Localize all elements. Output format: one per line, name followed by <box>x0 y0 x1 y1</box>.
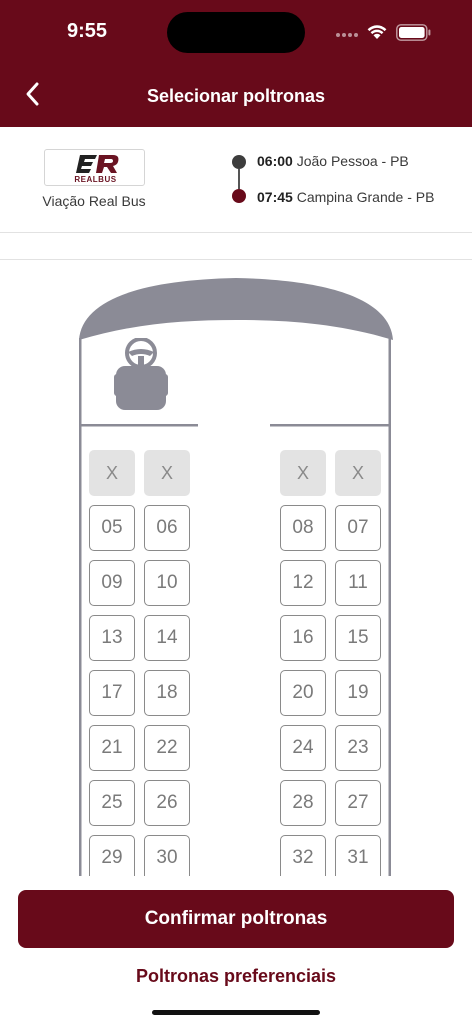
page-title: Selecionar poltronas <box>146 86 326 106</box>
seat-05[interactable]: 05 <box>89 505 135 551</box>
seat-15[interactable]: 15 <box>335 615 381 661</box>
dynamic-island <box>167 12 305 53</box>
navigation-bar: Selecionar poltronas <box>0 66 472 126</box>
seat-24[interactable]: 24 <box>280 725 326 771</box>
seat-30[interactable]: 30 <box>144 835 190 876</box>
arrival-time: 07:45 <box>257 189 293 205</box>
arrival-dot <box>232 189 246 203</box>
seat-23[interactable]: 23 <box>335 725 381 771</box>
bottom-actions: Confirmar poltronas Poltronas preferenci… <box>0 876 472 1024</box>
seat-12[interactable]: 12 <box>280 560 326 606</box>
seat-occupied: X <box>335 450 381 496</box>
cellular-signal-icon <box>336 33 358 37</box>
seat-20[interactable]: 20 <box>280 670 326 716</box>
departure-place: João Pessoa - PB <box>296 153 409 169</box>
seat-19[interactable]: 19 <box>335 670 381 716</box>
home-indicator <box>152 1010 320 1015</box>
steering-wheel-icon <box>114 338 168 410</box>
company-logo: REALBUS <box>44 149 145 186</box>
seat-11[interactable]: 11 <box>335 560 381 606</box>
seat-29[interactable]: 29 <box>89 835 135 876</box>
wifi-icon <box>367 25 387 39</box>
confirm-seats-button[interactable]: Confirmar poltronas <box>18 890 454 948</box>
seat-21[interactable]: 21 <box>89 725 135 771</box>
preferential-seats-link[interactable]: Poltronas preferenciais <box>0 966 472 987</box>
header-bar: 9:55 Selecionar poltronas <box>0 0 472 127</box>
seat-07[interactable]: 07 <box>335 505 381 551</box>
departure-dot <box>232 155 246 169</box>
battery-icon <box>396 24 431 41</box>
seat-09[interactable]: 09 <box>89 560 135 606</box>
status-time: 9:55 <box>67 20 108 42</box>
departure-info: 06:00 João Pessoa - PB <box>257 153 409 169</box>
seat-08[interactable]: 08 <box>280 505 326 551</box>
logo-text: REALBUS <box>74 175 116 184</box>
route-line <box>238 169 240 189</box>
arrival-info: 07:45 Campina Grande - PB <box>257 189 434 205</box>
seat-13[interactable]: 13 <box>89 615 135 661</box>
seat-occupied: X <box>89 450 135 496</box>
trip-summary: REALBUS Viação Real Bus 06:00 João Pesso… <box>0 127 472 233</box>
seat-18[interactable]: 18 <box>144 670 190 716</box>
seat-31[interactable]: 31 <box>335 835 381 876</box>
departure-time: 06:00 <box>257 153 293 169</box>
seat-selection-screen: 9:55 Selecionar poltronas REALBUS Viação… <box>0 0 472 1024</box>
company-name: Viação Real Bus <box>42 193 146 209</box>
seat-17[interactable]: 17 <box>89 670 135 716</box>
bus-outline <box>79 278 393 876</box>
seat-25[interactable]: 25 <box>89 780 135 826</box>
seat-14[interactable]: 14 <box>144 615 190 661</box>
seat-10[interactable]: 10 <box>144 560 190 606</box>
seat-26[interactable]: 26 <box>144 780 190 826</box>
seat-occupied: X <box>280 450 326 496</box>
realbus-logo: REALBUS <box>74 155 119 184</box>
seat-27[interactable]: 27 <box>335 780 381 826</box>
seat-06[interactable]: 06 <box>144 505 190 551</box>
bus-seat-map: X X 05 06 09 10 13 14 17 18 21 22 25 26 29 30 X X 08 07 12 11… <box>0 260 472 876</box>
arrival-place: Campina Grande - PB <box>296 189 435 205</box>
seat-32[interactable]: 32 <box>280 835 326 876</box>
seat-occupied: X <box>144 450 190 496</box>
seat-22[interactable]: 22 <box>144 725 190 771</box>
seat-16[interactable]: 16 <box>280 615 326 661</box>
status-bar: 9:55 <box>0 0 472 60</box>
seat-28[interactable]: 28 <box>280 780 326 826</box>
